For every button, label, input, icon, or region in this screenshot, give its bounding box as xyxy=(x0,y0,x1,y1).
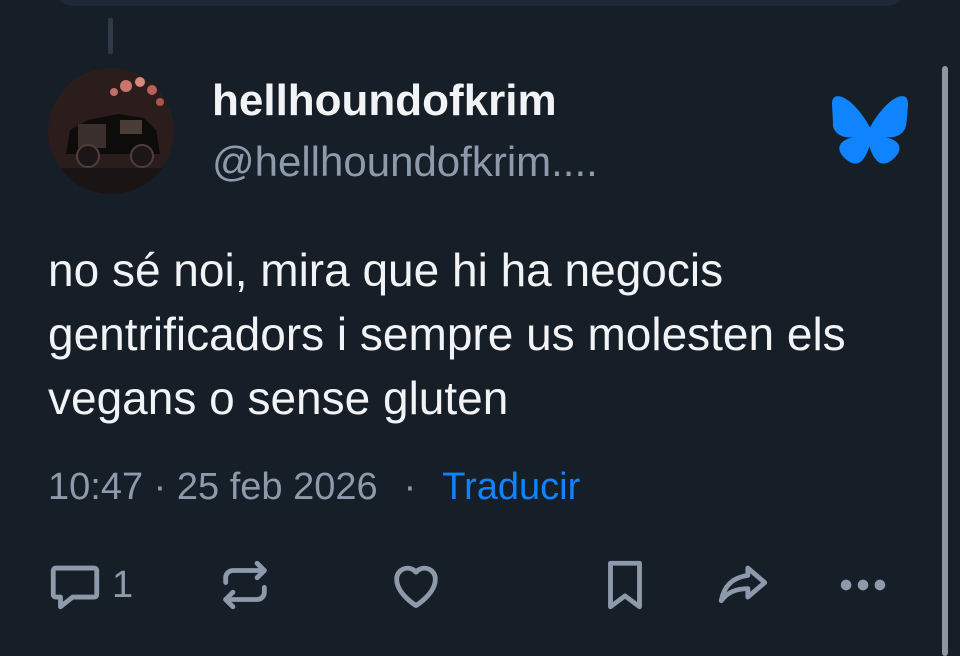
post-actions-bar: 1 xyxy=(0,556,960,620)
bookmark-icon xyxy=(608,560,642,610)
heart-icon xyxy=(394,565,438,608)
more-icon xyxy=(840,579,886,591)
share-icon xyxy=(718,565,768,604)
thread-connector-line xyxy=(108,18,113,54)
meta-separator: · xyxy=(403,466,417,508)
previous-post-card[interactable] xyxy=(52,0,908,6)
post-text: no sé noi, mira que hi ha negocis gentri… xyxy=(48,244,846,424)
reply-icon xyxy=(50,565,100,610)
like-button[interactable] xyxy=(386,556,446,614)
post-meta: 10:47 · 25 feb 2026 · Traducir xyxy=(48,466,580,509)
share-button[interactable] xyxy=(712,556,774,614)
author-handle[interactable]: @hellhoundofkrim.... xyxy=(212,138,598,186)
post-timestamp[interactable]: 10:47 · 25 feb 2026 xyxy=(48,466,378,509)
repost-button[interactable] xyxy=(216,556,274,614)
avatar-image xyxy=(48,68,174,194)
avatar[interactable] xyxy=(48,68,174,194)
bookmark-button[interactable] xyxy=(596,556,654,614)
bluesky-butterfly-icon[interactable] xyxy=(832,96,908,164)
reply-button[interactable]: 1 xyxy=(46,556,133,614)
more-options-button[interactable] xyxy=(832,556,894,614)
reply-count: 1 xyxy=(112,563,134,606)
author-display-name[interactable]: hellhoundofkrim xyxy=(212,76,557,126)
repost-icon xyxy=(223,560,267,610)
translate-link[interactable]: Traducir xyxy=(442,466,580,509)
